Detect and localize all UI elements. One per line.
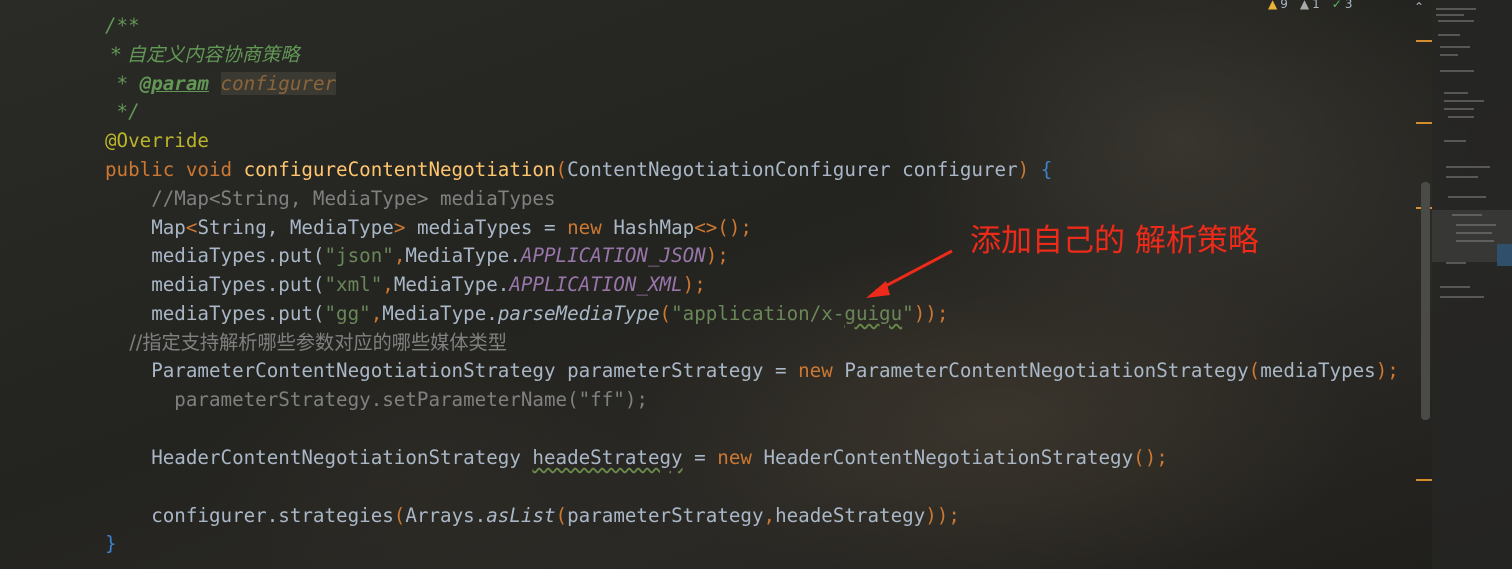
- typos-indicator[interactable]: ✓ 3: [1332, 0, 1353, 11]
- code-line-1: /**: [105, 14, 140, 37]
- code-line-6: public void configureContentNegotiation(…: [105, 158, 1053, 181]
- code-line-5: @Override: [105, 129, 209, 152]
- code-line-18: configurer.strategies(Arrays.asList(para…: [105, 504, 960, 527]
- minimap-line: [1448, 196, 1486, 198]
- code-editor[interactable]: /** * 自定义内容协商策略 * @param configurer */ @…: [0, 0, 1432, 569]
- code-line-9: mediaTypes.put("json",MediaType.APPLICAT…: [105, 244, 729, 267]
- warning-icon: ▲: [1268, 0, 1278, 11]
- typo-highlight[interactable]: guigu: [844, 302, 902, 325]
- code-line-7: //Map<String, MediaType> mediaTypes: [105, 187, 556, 210]
- warning-mark[interactable]: [1416, 40, 1432, 42]
- minimap-line: [1456, 224, 1496, 226]
- minimap-line: [1446, 166, 1490, 168]
- minimap-line: [1446, 176, 1478, 178]
- code-line-2: * 自定义内容协商策略: [105, 43, 300, 66]
- code-line-19: }: [105, 532, 117, 555]
- red-annotation-label: 添加自己的 解析策略: [970, 223, 1259, 259]
- minimap-line: [1448, 116, 1474, 118]
- minimap-line: [1440, 286, 1470, 288]
- code-line-4: */: [105, 100, 140, 123]
- warnings-indicator[interactable]: ▲ 9: [1268, 0, 1288, 11]
- red-arrow-icon: [866, 249, 953, 298]
- code-line-16: HeaderContentNegotiationStrategy headeSt…: [105, 446, 1168, 469]
- minimap-line: [1452, 214, 1482, 216]
- minimap-line: [1444, 100, 1484, 102]
- code-line-12: //指定支持解析哪些参数对应的哪些媒体类型: [105, 331, 507, 354]
- minimap-line: [1436, 14, 1464, 16]
- weak-warning-icon: ▲: [1299, 0, 1310, 11]
- weak-warnings-indicator[interactable]: ▲ 1: [1300, 0, 1320, 11]
- minimap-line: [1456, 232, 1492, 234]
- javadoc-param-tag[interactable]: @param: [140, 72, 209, 95]
- code-line-11: mediaTypes.put("gg",MediaType.parseMedia…: [105, 302, 949, 325]
- code-line-14: parameterStrategy.setParameterName("ff")…: [105, 388, 648, 411]
- javadoc-param-name[interactable]: configurer: [220, 72, 337, 95]
- typo-check-icon: ✓: [1331, 0, 1342, 11]
- minimap-line: [1440, 46, 1470, 48]
- inspection-status-widget[interactable]: ▲ 9 ▲ 1 ✓ 3: [1268, 0, 1352, 12]
- code-line-8: Map<String, MediaType> mediaTypes = new …: [105, 216, 752, 239]
- minimap-line: [1440, 70, 1474, 72]
- minimap-line: [1440, 54, 1458, 56]
- code-minimap[interactable]: [1432, 0, 1512, 569]
- minimap-line: [1444, 108, 1474, 110]
- warning-mark[interactable]: [1416, 479, 1432, 481]
- vertical-scrollbar[interactable]: [1421, 182, 1430, 420]
- minimap-caret-marker: [1497, 244, 1512, 266]
- typo-variable[interactable]: headeStrategy: [532, 446, 682, 469]
- minimap-line: [1436, 8, 1476, 10]
- minimap-line: [1438, 20, 1474, 22]
- minimap-line: [1446, 262, 1466, 264]
- method-name[interactable]: configureContentNegotiation: [244, 158, 556, 181]
- minimap-line: [1456, 240, 1494, 242]
- minimap-line: [1444, 140, 1466, 142]
- minimap-line: [1440, 296, 1484, 298]
- minimap-line: [1444, 92, 1468, 94]
- code-line-13: ParameterContentNegotiationStrategy para…: [105, 359, 1399, 382]
- code-line-10: mediaTypes.put("xml",MediaType.APPLICATI…: [105, 273, 706, 296]
- code-line-3: * @param configurer: [105, 72, 337, 95]
- warning-mark[interactable]: [1416, 122, 1432, 124]
- minimap-line: [1438, 34, 1460, 36]
